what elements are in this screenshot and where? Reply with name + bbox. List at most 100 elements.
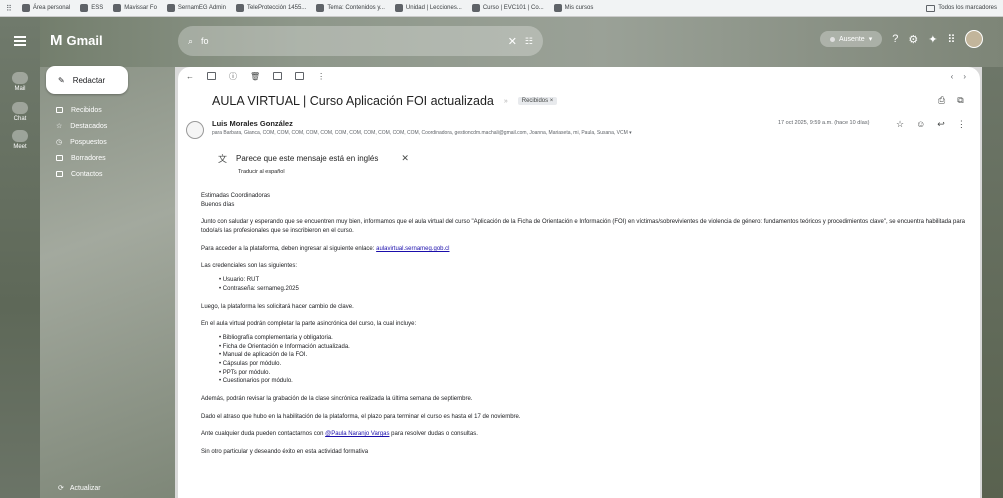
includes-list: Bibliografía complementaria y obligatori… [219, 334, 971, 386]
sidebar-item-inbox[interactable]: Recibidos [46, 103, 171, 117]
bookmark-item[interactable]: Mis cursos [553, 4, 593, 12]
apps-grid-icon[interactable]: ⠿ [6, 4, 12, 13]
meet-icon [12, 130, 28, 142]
paragraph: Sin otro particular y deseando éxito en … [201, 449, 369, 456]
message-toolbar: ← ⓘ 🗑 ⋮ ‹ › [178, 67, 980, 85]
apps-icon[interactable]: ⠿ [947, 33, 955, 46]
status-dot-icon [830, 36, 835, 42]
bookmark-icon [471, 4, 480, 12]
star-icon: ☆ [56, 123, 63, 130]
bookmark-item[interactable]: Mavissar Fo [113, 4, 157, 12]
print-icon[interactable]: ⎙ [938, 95, 945, 106]
all-bookmarks[interactable]: Todos los marcadores [926, 4, 997, 12]
paragraph: En el aula virtual podrán completar la p… [201, 321, 417, 328]
emoji-icon[interactable]: ☺ [916, 119, 925, 130]
report-spam-icon[interactable]: ⓘ [229, 71, 237, 82]
list-item: Contraseña: sernameg.2025 [219, 285, 971, 294]
bookmark-item[interactable]: Unidad | Lecciones... [394, 4, 462, 12]
trash-icon[interactable]: 🗑 [250, 72, 260, 81]
sidebar-footer[interactable]: ⟳ Actualizar [58, 484, 101, 493]
paragraph: Dado el atraso que hubo en la habilitaci… [201, 413, 521, 420]
more-options-icon[interactable]: ⋮ [317, 72, 325, 81]
bookmark-item[interactable]: Curso | EVC101 | Co... [471, 4, 544, 12]
move-to-icon[interactable] [295, 72, 305, 80]
paragraph: Luego, la plataforma les solicitará hace… [201, 303, 354, 310]
rail-meet[interactable]: Meet [4, 130, 36, 150]
reply-icon[interactable]: ↩ [937, 119, 945, 130]
platform-link[interactable]: aulavirtual.sernameg.gob.cl [376, 246, 449, 252]
search-icon[interactable]: ⌕ [188, 36, 193, 47]
gemini-icon[interactable]: ✦ [928, 33, 937, 46]
archive-icon[interactable] [207, 72, 216, 80]
next-icon[interactable]: › [963, 72, 966, 81]
chat-icon [12, 102, 28, 114]
bookmark-item[interactable]: SernamEG Admin [166, 4, 226, 12]
bookmark-item[interactable]: Tema: Contenidos y... [316, 4, 385, 12]
bookmarks-bar: ⠿ Área personal ESS Mavissar Fo SernamEG… [0, 0, 1003, 17]
bookmark-item[interactable]: ESS [80, 4, 103, 12]
bookmark-item[interactable]: TeleProtección 1455... [235, 4, 306, 12]
more-options-icon[interactable]: ⋮ [957, 119, 966, 130]
bookmark-icon [166, 4, 175, 12]
back-arrow-icon[interactable]: ← [186, 72, 194, 81]
list-item: Manual de aplicación de la FOI. [219, 351, 971, 360]
pencil-icon: ✎ [58, 75, 65, 85]
chevron-down-icon: ▾ [868, 36, 873, 43]
bookmark-icon [113, 4, 122, 12]
list-item: PPTs por módulo. [219, 369, 971, 378]
search-bar[interactable]: ⌕ fo ✕ ☷ [178, 26, 543, 56]
pagination: ‹ › [951, 72, 966, 81]
account-avatar[interactable] [965, 30, 984, 48]
mail-icon [12, 72, 28, 84]
paragraph: Además, podrán revisar la grabación de l… [201, 396, 473, 402]
gmail-logo[interactable]: M Gmail [50, 32, 103, 49]
bookmark-icon [21, 4, 30, 12]
sidebar-item-starred[interactable]: ☆ Destacados [46, 119, 171, 133]
rail-chat[interactable]: Chat [4, 102, 36, 122]
search-input[interactable]: fo [201, 36, 500, 46]
prev-icon[interactable]: ‹ [951, 72, 954, 81]
inbox-label-chip[interactable]: Recibidos × [517, 97, 558, 105]
open-new-window-icon[interactable]: ⧉ [957, 95, 963, 106]
sidebar-item-drafts[interactable]: Borradores [46, 151, 171, 165]
main-menu-icon[interactable] [14, 36, 26, 46]
contacts-icon [56, 171, 63, 177]
inbox-icon [56, 107, 63, 113]
help-icon[interactable]: ? [892, 33, 898, 45]
sidebar-item-contacts[interactable]: Contactos [46, 167, 171, 181]
close-icon[interactable]: ✕ [401, 153, 409, 164]
subject-actions: ⎙ ⧉ [938, 95, 964, 106]
paragraph: Junto con saludar y esperando que se enc… [201, 219, 966, 235]
sender-name[interactable]: Luis Morales González [212, 119, 293, 128]
star-icon[interactable]: ☆ [896, 119, 904, 130]
sender-avatar[interactable] [186, 121, 204, 139]
message-date: 17 oct 2025, 9:59 a.m. (hace 10 días) [778, 120, 870, 126]
rail-mail[interactable]: Mail [4, 72, 36, 92]
header-actions: Ausente ▾ ? ⚙ ✦ ⠿ [820, 30, 984, 48]
gmail-m-icon: M [50, 32, 63, 49]
settings-icon[interactable]: ⚙ [908, 33, 918, 46]
refresh-icon: ⟳ [58, 485, 64, 492]
translate-link[interactable]: Traducir al español [238, 169, 409, 175]
message-pane: ← ⓘ 🗑 ⋮ ‹ › AULA VIRTUAL | Curso Aplicac… [178, 67, 980, 498]
mark-unread-icon[interactable] [273, 72, 283, 80]
list-item: Ficha de Orientación e Información actua… [219, 343, 971, 352]
paragraph: Para acceder a la plataforma, deben ingr… [201, 245, 450, 252]
mention-link[interactable]: @Paula Naranjo Vargas [325, 431, 389, 437]
message-body: Estimadas Coordinadoras Buenos días Junto… [201, 192, 971, 466]
sidebar-item-snoozed[interactable]: ◷ Pospuestos [46, 135, 171, 149]
compose-button[interactable]: ✎ Redactar [46, 66, 128, 94]
filter-options-icon[interactable]: ☷ [525, 36, 533, 47]
bookmark-icon [394, 4, 403, 12]
message-subject: AULA VIRTUAL | Curso Aplicación FOI actu… [212, 94, 558, 108]
sidebar-nav: Recibidos ☆ Destacados ◷ Pospuestos Borrad… [46, 103, 171, 183]
side-panel-rail [982, 67, 1003, 498]
bookmark-item[interactable]: Área personal [21, 4, 70, 12]
recipients-line[interactable]: para Barbara, Gianca, COM, COM, COM, COM… [212, 130, 632, 136]
status-button[interactable]: Ausente ▾ [820, 31, 883, 47]
list-item: Bibliografía complementaria y obligatori… [219, 334, 971, 343]
clear-search-icon[interactable]: ✕ [508, 35, 517, 48]
importance-arrow-icon: » [503, 97, 508, 105]
paragraph: Las credenciales son las siguientes: [201, 263, 298, 270]
paragraph: Ante cualquier duda pueden contactarnos … [201, 431, 478, 438]
